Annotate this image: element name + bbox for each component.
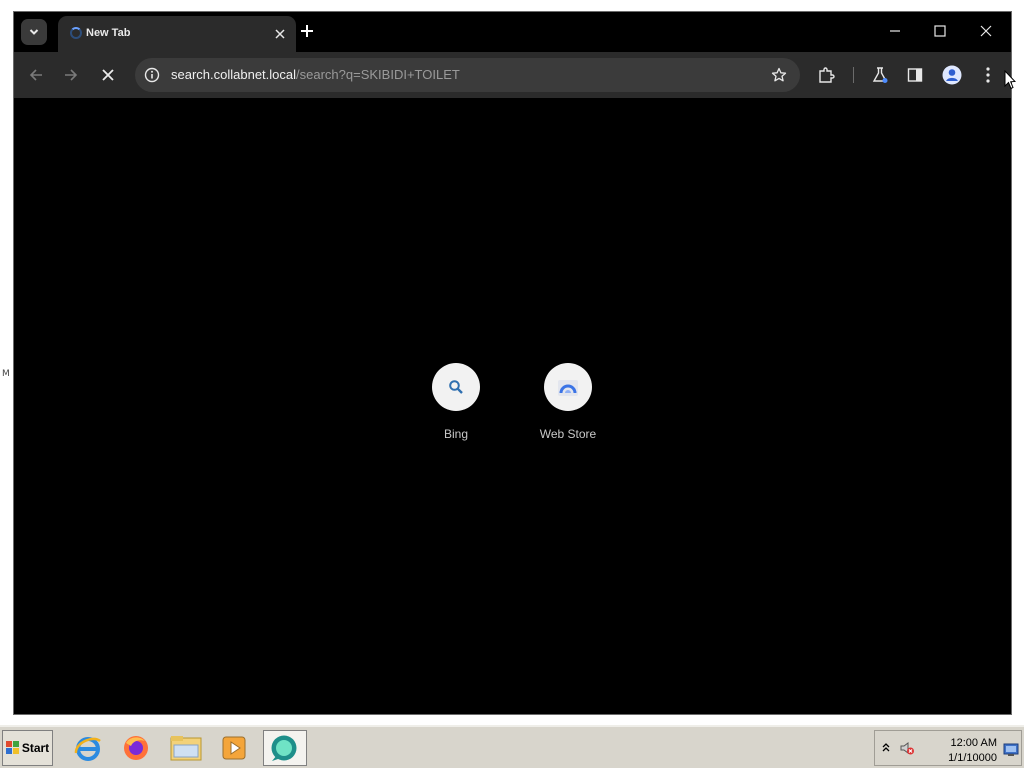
- shortcut-web-store[interactable]: Web Store: [523, 363, 613, 441]
- tab-close-button[interactable]: [270, 24, 290, 44]
- close-icon: [102, 69, 114, 81]
- arrow-right-icon: [65, 69, 78, 81]
- new-tab-button[interactable]: [296, 20, 318, 42]
- forward-button[interactable]: [57, 61, 85, 89]
- title-bar: New Tab: [14, 12, 1011, 52]
- browser-icon: [271, 735, 297, 761]
- url-path: /search?q=SKIBIDI+TOILET: [296, 67, 460, 82]
- side-panel-button[interactable]: [901, 61, 929, 89]
- internet-explorer-icon: [74, 737, 101, 761]
- clock-date: 1/1/10000: [948, 752, 997, 764]
- toolbar: search.collabnet.local/search?q=SKIBIDI+…: [14, 52, 1011, 98]
- shortcut-bing[interactable]: Bing: [411, 363, 501, 441]
- taskbar-browser[interactable]: [263, 730, 307, 766]
- network-icon[interactable]: [1003, 743, 1019, 757]
- media-player-icon: [222, 736, 246, 760]
- tray-expand-icon[interactable]: [881, 742, 891, 752]
- menu-button[interactable]: [974, 61, 1002, 89]
- labs-button[interactable]: [866, 61, 894, 89]
- maximize-button[interactable]: [920, 16, 960, 46]
- arrow-left-icon: [29, 69, 42, 81]
- minimize-button[interactable]: [875, 16, 915, 46]
- info-icon: [144, 67, 160, 83]
- shortcut-bing-tile: [432, 363, 480, 411]
- firefox-icon: [124, 736, 148, 760]
- bookmark-button[interactable]: [770, 66, 788, 84]
- clock[interactable]: 12:00 AM 1/1/10000: [948, 736, 997, 766]
- windows-logo-icon: [5, 741, 19, 754]
- mouse-cursor-icon: [1004, 70, 1016, 90]
- web-store-icon: [558, 380, 578, 396]
- star-icon: [771, 67, 787, 82]
- avatar-icon: [942, 65, 962, 85]
- start-label: Start: [21, 741, 50, 755]
- extensions-button[interactable]: [812, 61, 840, 89]
- tab-title: New Tab: [86, 27, 131, 39]
- side-panel-icon: [907, 68, 923, 82]
- stop-loading-button[interactable]: [94, 61, 122, 89]
- desktop-edge: M: [0, 0, 12, 725]
- url-text: search.collabnet.local/search?q=SKIBIDI+…: [171, 68, 460, 82]
- minimize-icon: [890, 30, 900, 32]
- file-explorer-icon: [170, 736, 202, 761]
- search-icon: [449, 380, 463, 394]
- profile-button[interactable]: [938, 61, 966, 89]
- shortcut-label: Web Store: [539, 427, 597, 441]
- tab-search-button[interactable]: [21, 19, 47, 45]
- clock-time: 12:00 AM: [950, 737, 997, 749]
- system-tray: 12:00 AM 1/1/10000: [874, 730, 1022, 766]
- page-content: Bing Web Store: [14, 98, 1011, 714]
- back-button[interactable]: [22, 61, 50, 89]
- puzzle-icon: [819, 67, 835, 83]
- taskbar-firefox[interactable]: [114, 730, 158, 766]
- flask-icon: [872, 67, 888, 83]
- taskbar-file-explorer[interactable]: [164, 730, 208, 766]
- site-info-button[interactable]: [142, 65, 162, 85]
- close-icon: [980, 25, 992, 37]
- volume-muted-icon[interactable]: [899, 740, 915, 756]
- address-bar[interactable]: search.collabnet.local/search?q=SKIBIDI+…: [135, 58, 800, 92]
- plus-icon: [301, 25, 313, 37]
- close-icon: [275, 29, 285, 39]
- tab-new-tab[interactable]: New Tab: [58, 16, 296, 52]
- url-host: search.collabnet.local: [171, 67, 297, 82]
- start-button[interactable]: Start: [2, 730, 53, 766]
- maximize-icon: [934, 25, 946, 37]
- taskbar-media-player[interactable]: [212, 730, 256, 766]
- kebab-menu-icon: [986, 67, 990, 83]
- close-window-button[interactable]: [966, 16, 1006, 46]
- shortcut-label: Bing: [443, 427, 469, 441]
- chevron-down-icon: [29, 29, 39, 35]
- taskbar: Start 12:00 AM 1/1/10000: [0, 725, 1024, 768]
- taskbar-internet-explorer[interactable]: [66, 730, 110, 766]
- loading-spinner-icon: [70, 27, 82, 39]
- browser-window: New Tab search.collabnet.local/search?q=…: [13, 11, 1012, 715]
- desktop-marker-icon: M: [2, 369, 10, 379]
- shortcut-web-store-tile: [544, 363, 592, 411]
- toolbar-separator: [853, 67, 854, 83]
